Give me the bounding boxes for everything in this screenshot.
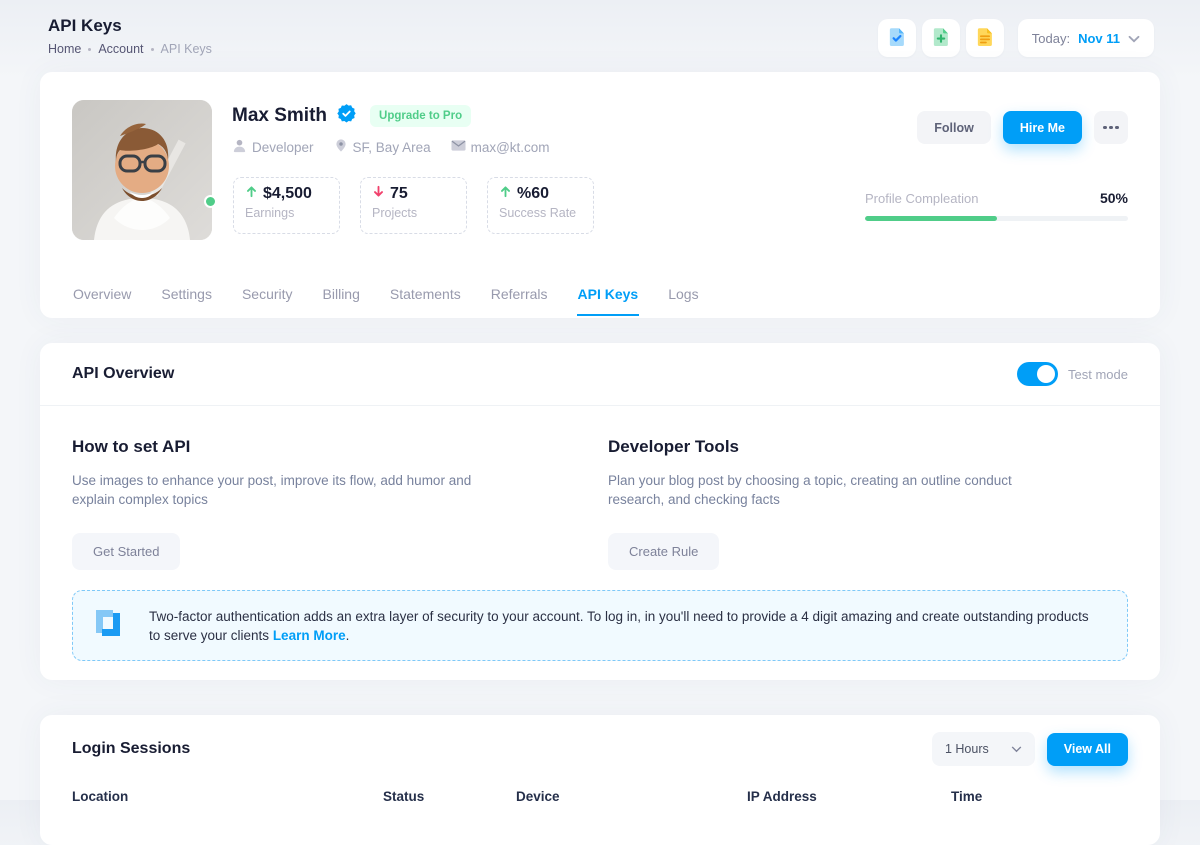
avatar [72, 100, 212, 240]
more-options-button[interactable] [1094, 111, 1128, 144]
tab-overview[interactable]: Overview [72, 278, 132, 316]
follow-button[interactable]: Follow [917, 111, 991, 144]
profile-location: SF, Bay Area [334, 138, 431, 156]
tab-statements[interactable]: Statements [389, 278, 462, 316]
profile-completion: Profile Compleation 50% [865, 190, 1128, 221]
top-bar: API Keys Home Account API Keys [0, 0, 1200, 72]
column-location: Location [72, 789, 128, 804]
create-rule-button[interactable]: Create Rule [608, 533, 719, 570]
file-plus-button[interactable] [922, 19, 960, 57]
login-sessions-title: Login Sessions [72, 740, 190, 758]
tab-billing[interactable]: Billing [322, 278, 361, 316]
arrow-up-icon [499, 185, 512, 203]
profile-meta: Developer SF, Bay Area max@kt.com [232, 138, 550, 156]
section-title: Developer Tools [608, 437, 1108, 457]
developer-tools-section: Developer Tools Plan your blog post by c… [608, 437, 1108, 570]
sessions-table-header: Location Status Device IP Address Time [40, 789, 1160, 819]
toolbar: Today: Nov 11 [878, 19, 1154, 57]
tab-referrals[interactable]: Referrals [490, 278, 549, 316]
breadcrumb-home[interactable]: Home [48, 42, 81, 56]
online-status-dot [204, 195, 217, 208]
get-started-button[interactable]: Get Started [72, 533, 180, 570]
how-to-set-api-section: How to set API Use images to enhance you… [72, 437, 572, 570]
date-value: Nov 11 [1078, 31, 1120, 46]
user-icon [232, 138, 247, 156]
notice-text: Two-factor authentication adds an extra … [149, 607, 1099, 645]
column-ip-address: IP Address [747, 789, 817, 804]
file-check-icon [886, 26, 908, 51]
section-body: Use images to enhance your post, improve… [72, 471, 512, 509]
hours-filter-select[interactable]: 1 Hours [932, 732, 1035, 766]
column-time: Time [951, 789, 982, 804]
breadcrumb-separator [151, 48, 154, 51]
brand-brackets-icon [91, 604, 125, 647]
progress-label: Profile Compleation [865, 191, 978, 206]
arrow-down-icon [372, 185, 385, 203]
page-title: API Keys [48, 16, 122, 36]
view-all-button[interactable]: View All [1047, 733, 1128, 766]
date-prefix-label: Today: [1032, 31, 1070, 46]
column-device: Device [516, 789, 560, 804]
progress-value: 50% [1100, 190, 1128, 206]
breadcrumb: Home Account API Keys [48, 42, 212, 56]
verified-badge-icon [336, 103, 357, 129]
profile-email: max@kt.com [451, 138, 550, 156]
section-title: How to set API [72, 437, 572, 457]
chevron-down-icon [1011, 742, 1022, 756]
arrow-up-icon [245, 185, 258, 203]
file-lines-icon [974, 26, 996, 51]
tab-security[interactable]: Security [241, 278, 294, 316]
date-select[interactable]: Today: Nov 11 [1018, 19, 1154, 57]
file-plus-icon [930, 26, 952, 51]
tab-settings[interactable]: Settings [160, 278, 213, 316]
stat-projects: 75 Projects [360, 177, 467, 234]
tab-logs[interactable]: Logs [667, 278, 699, 316]
profile-card: Max Smith Upgrade to Pro Developer SF, B… [40, 72, 1160, 318]
file-lines-button[interactable] [966, 19, 1004, 57]
envelope-icon [451, 139, 466, 155]
progress-bar [865, 216, 1128, 221]
file-check-button[interactable] [878, 19, 916, 57]
profile-name: Max Smith [232, 105, 327, 127]
breadcrumb-current: API Keys [161, 42, 212, 56]
section-body: Plan your blog post by choosing a topic,… [608, 471, 1048, 509]
learn-more-link[interactable]: Learn More [273, 628, 346, 643]
profile-tabs: Overview Settings Security Billing State… [72, 278, 700, 316]
login-sessions-card: Login Sessions 1 Hours View All Location… [40, 715, 1160, 845]
api-overview-title: API Overview [72, 365, 174, 383]
tab-api-keys[interactable]: API Keys [577, 278, 640, 316]
profile-actions: Follow Hire Me [917, 111, 1128, 144]
profile-stats: $4,500 Earnings 75 Projects %60 Success … [233, 177, 594, 234]
breadcrumb-account[interactable]: Account [98, 42, 143, 56]
chevron-down-icon [1128, 31, 1140, 46]
two-factor-notice: Two-factor authentication adds an extra … [72, 590, 1128, 661]
column-status: Status [383, 789, 424, 804]
stat-success-rate: %60 Success Rate [487, 177, 594, 234]
hire-me-button[interactable]: Hire Me [1003, 111, 1082, 144]
stat-earnings: $4,500 Earnings [233, 177, 340, 234]
breadcrumb-separator [88, 48, 91, 51]
profile-role: Developer [232, 138, 314, 156]
location-pin-icon [334, 138, 348, 156]
api-overview-card: API Overview Test mode How to set API Us… [40, 343, 1160, 680]
test-mode-label: Test mode [1068, 367, 1128, 382]
test-mode-toggle[interactable] [1017, 362, 1058, 386]
upgrade-pro-badge[interactable]: Upgrade to Pro [370, 105, 471, 127]
